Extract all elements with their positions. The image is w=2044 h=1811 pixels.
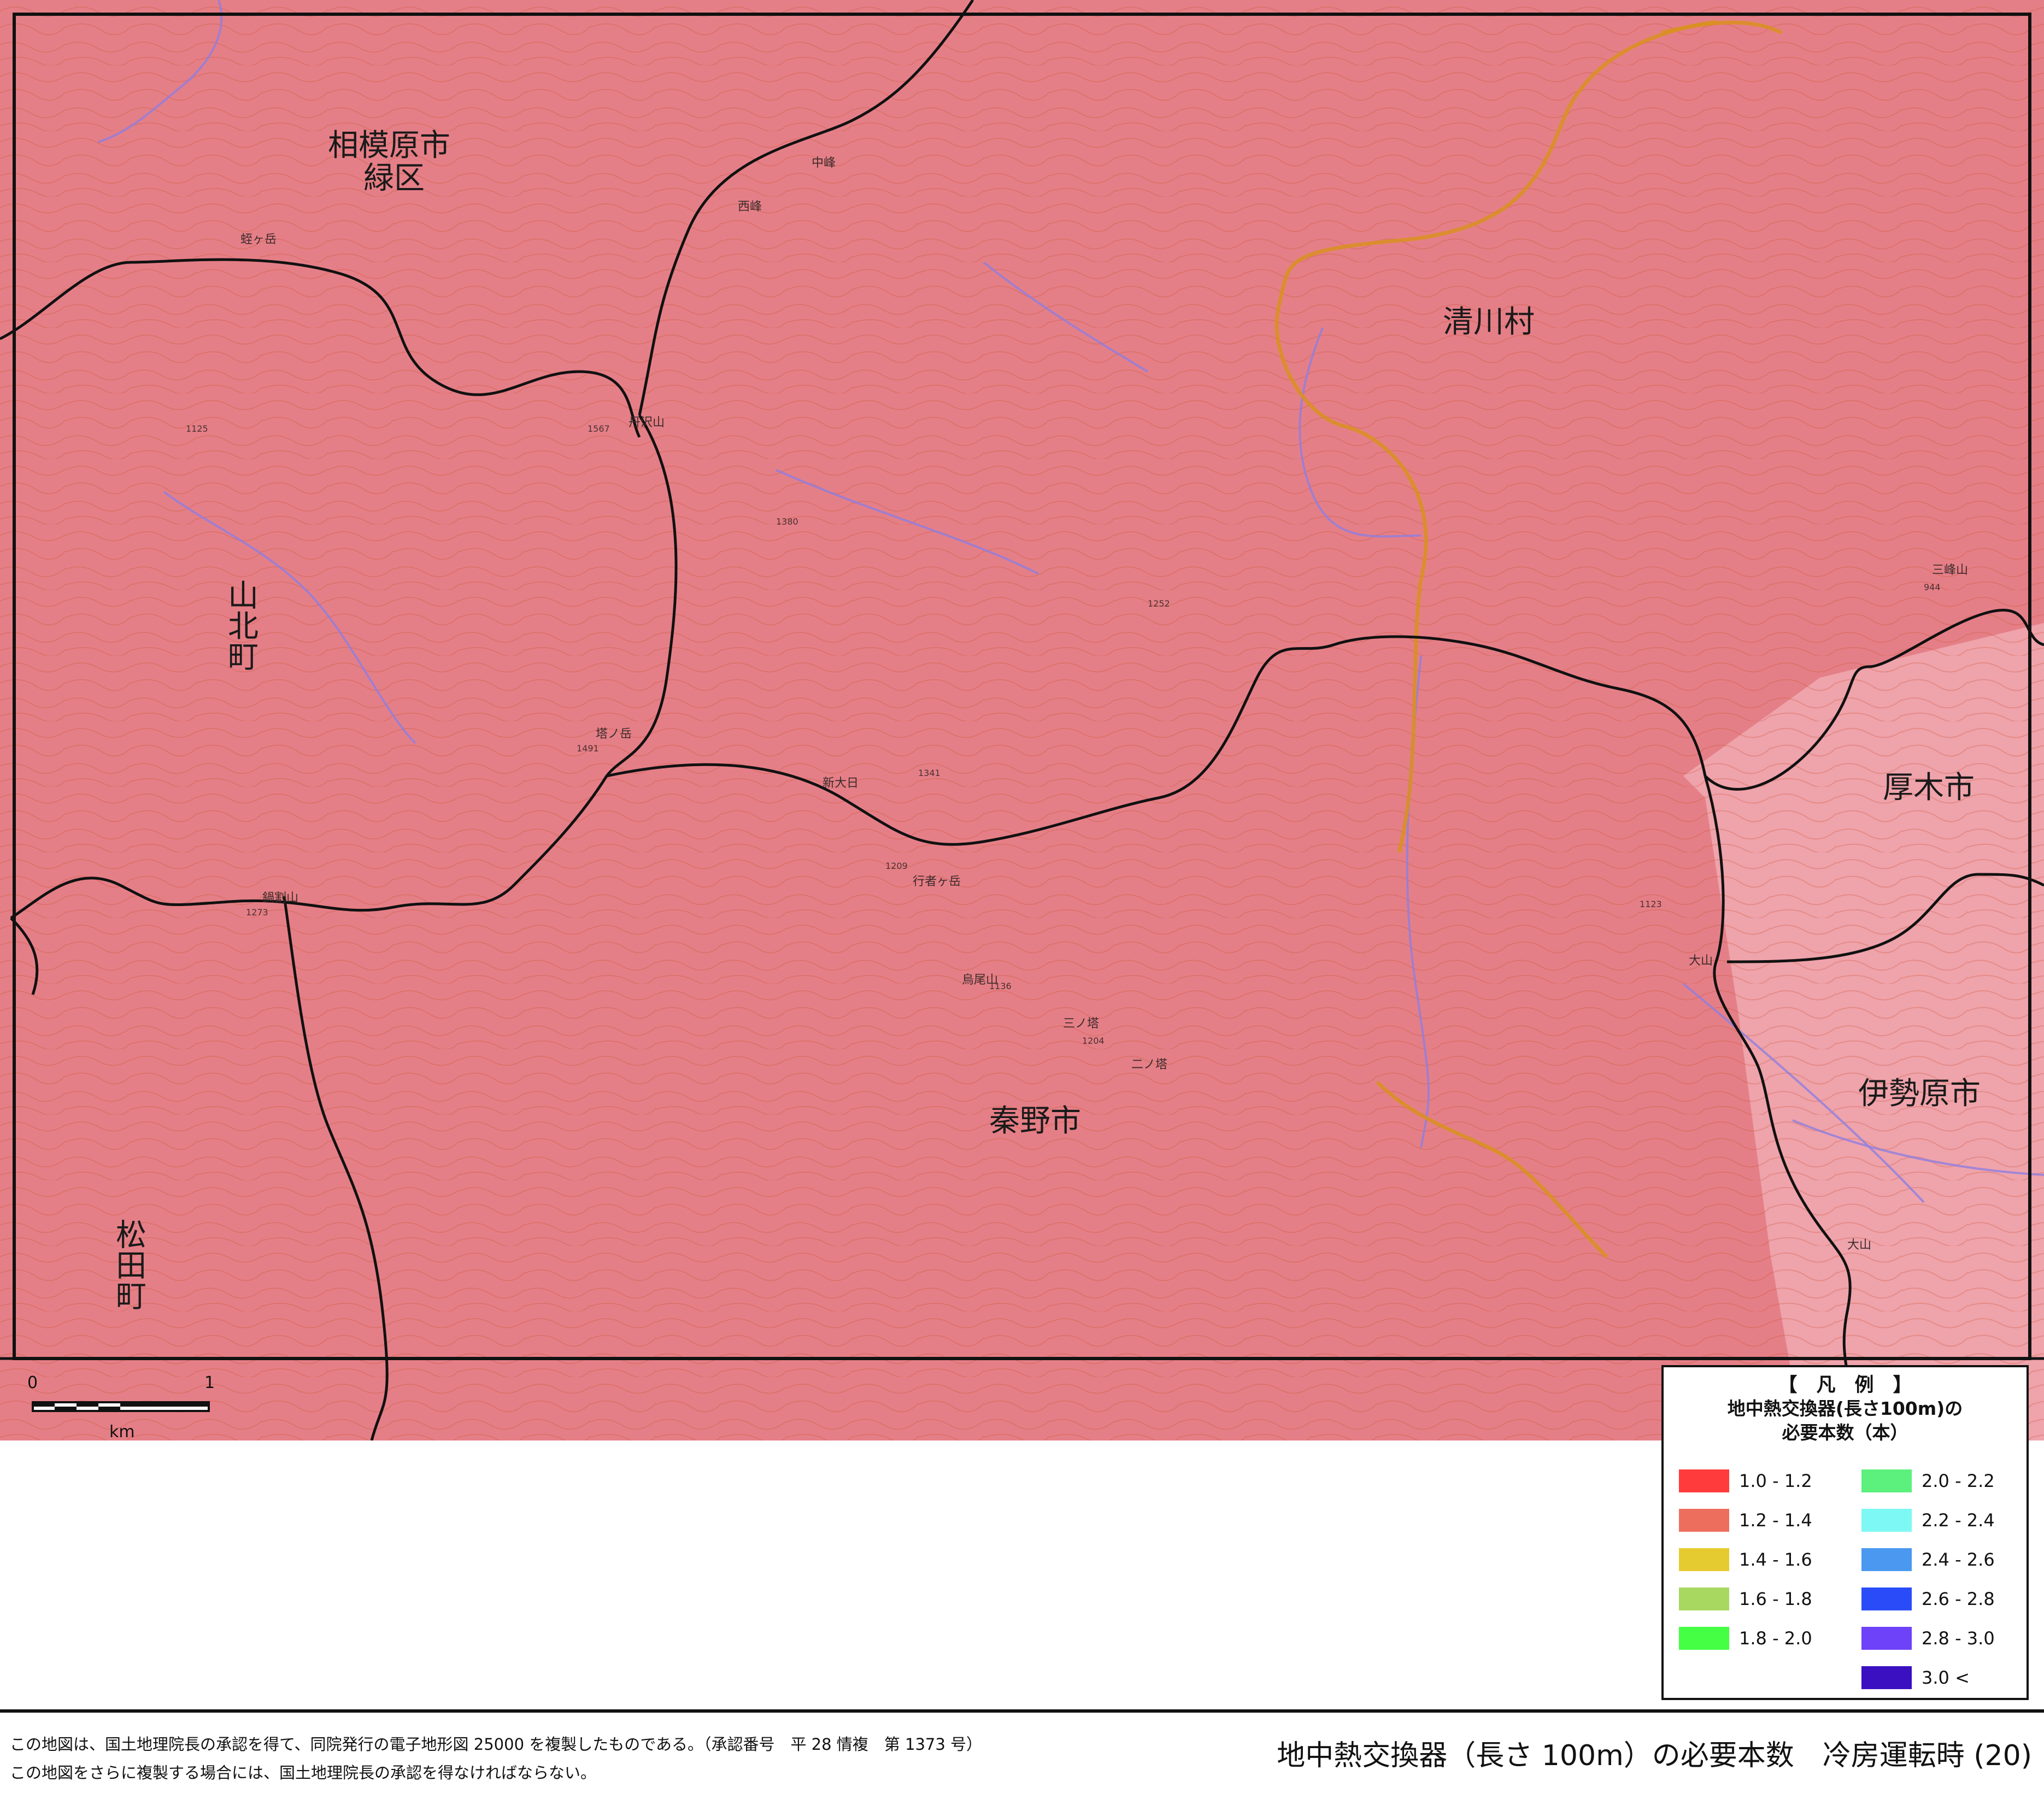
legend-item: 3.0 <: [1861, 1666, 1970, 1690]
mountain-label: 二ノ塔: [1131, 1058, 1167, 1072]
legend-swatch: [1679, 1548, 1729, 1571]
elevation-label: 1567: [588, 424, 610, 434]
place-hadano: 秦野市: [989, 1103, 1081, 1139]
place-matsuda: 松田町: [111, 1219, 146, 1310]
legend-swatch: [1861, 1627, 1912, 1650]
legend-item: 2.6 - 2.8: [1861, 1587, 1995, 1611]
legend-item: 2.0 - 2.2: [1861, 1469, 1995, 1493]
legend-subtitle-line1: 地中熱交換器(長さ100m)の: [1727, 1398, 1963, 1419]
footer: この地図は、国土地理院長の承認を得て、同院発行の電子地形図 25000 を複製し…: [0, 1709, 2044, 1811]
legend-title: 【 凡 例 】: [1778, 1374, 1912, 1396]
elevation-label: 1136: [989, 981, 1012, 991]
elevation-label: 1491: [577, 743, 599, 754]
place-isehara: 伊勢原市: [1858, 1076, 1981, 1112]
legend-subtitle-line2: 必要本数（本）: [1782, 1422, 1908, 1443]
legend-item-label: 1.8 - 2.0: [1739, 1628, 1812, 1649]
place-midori: 緑区: [363, 161, 425, 196]
mountain-label: 鍋割山: [262, 891, 298, 905]
mountain-label: 三峰山: [1932, 563, 1968, 577]
elevation-label: 1204: [1082, 1036, 1105, 1046]
legend-swatch: [1679, 1627, 1729, 1650]
legend-item-label: 1.2 - 1.4: [1739, 1510, 1812, 1531]
place-yamakita: 山北町: [223, 579, 259, 671]
mountain-label: 西峰: [738, 200, 762, 214]
elevation-label: 1125: [186, 424, 208, 434]
contour-texture: [0, 0, 2044, 1440]
legend-item: 1.2 - 1.4: [1679, 1508, 1812, 1532]
legend-item-label: 2.4 - 2.6: [1922, 1549, 1995, 1570]
mountain-label: 新大日: [823, 777, 859, 790]
legend-item-label: 2.6 - 2.8: [1922, 1589, 1995, 1609]
mountain-label: 蛭ヶ岳: [240, 233, 277, 246]
legend-swatch: [1861, 1509, 1912, 1532]
legend-swatch: [1861, 1666, 1912, 1689]
place-kiyokawa: 清川村: [1443, 304, 1535, 340]
legend-item-label: 1.6 - 1.8: [1739, 1589, 1812, 1609]
legend-swatch: [1679, 1509, 1729, 1532]
legend-item: 2.2 - 2.4: [1861, 1508, 1995, 1532]
copyright-note-1: この地図は、国土地理院長の承認を得て、同院発行の電子地形図 25000 を複製し…: [10, 1735, 983, 1754]
legend-item-label: 3.0 <: [1922, 1667, 1970, 1688]
mountain-label: 塔ノ岳: [596, 727, 632, 741]
mountain-label: 丹沢山: [629, 416, 665, 430]
legend-swatch: [1679, 1587, 1729, 1610]
legend-item-label: 2.8 - 3.0: [1922, 1628, 1995, 1649]
legend: 【 凡 例 】 地中熱交換器(長さ100m)の 必要本数（本） 1.0 - 1.…: [1661, 1365, 2029, 1700]
map-title: 地中熱交換器（長さ 100m）の必要本数 冷房運転時 (20): [1277, 1739, 2032, 1772]
scale-end-label: 1: [204, 1373, 215, 1392]
scale-start-label: 0: [27, 1373, 38, 1392]
legend-swatch: [1861, 1469, 1912, 1492]
elevation-label: 1209: [885, 861, 908, 871]
legend-item: 1.0 - 1.2: [1679, 1469, 1812, 1493]
legend-item-label: 2.0 - 2.2: [1922, 1471, 1995, 1491]
place-atsugi: 厚木市: [1883, 770, 1975, 805]
legend-item: 1.4 - 1.6: [1679, 1548, 1812, 1572]
mountain-label: 中峰: [812, 156, 836, 170]
legend-item-label: 2.2 - 2.4: [1922, 1510, 1995, 1531]
elevation-label: 1273: [246, 907, 268, 918]
legend-item: 2.8 - 3.0: [1861, 1626, 1995, 1650]
scale-unit-label: km: [109, 1422, 135, 1442]
legend-item-label: 1.4 - 1.6: [1739, 1549, 1812, 1570]
elevation-label: 1341: [918, 768, 941, 778]
copyright-note-2: この地図をさらに複製する場合には、国土地理院長の承認を得なければならない。: [10, 1763, 597, 1782]
mountain-label: 行者ヶ岳: [913, 875, 961, 889]
legend-swatch: [1861, 1587, 1912, 1610]
mountain-label: 三ノ塔: [1063, 1017, 1099, 1031]
elevation-label: 1123: [1640, 899, 1662, 909]
elevation-label: 944: [1924, 582, 1941, 592]
mountain-label: 大山: [1689, 954, 1713, 968]
legend-swatch: [1679, 1469, 1729, 1492]
legend-item-label: 1.0 - 1.2: [1739, 1471, 1812, 1491]
place-sagamihara: 相模原市: [328, 128, 450, 163]
mountain-label: 大山: [1847, 1238, 1871, 1252]
elevation-label: 1252: [1148, 598, 1170, 609]
legend-swatch: [1861, 1548, 1912, 1571]
legend-item: 1.6 - 1.8: [1679, 1587, 1812, 1611]
legend-item: 2.4 - 2.6: [1861, 1548, 1995, 1572]
elevation-label: 1380: [776, 516, 798, 527]
legend-item: 1.8 - 2.0: [1679, 1626, 1812, 1650]
